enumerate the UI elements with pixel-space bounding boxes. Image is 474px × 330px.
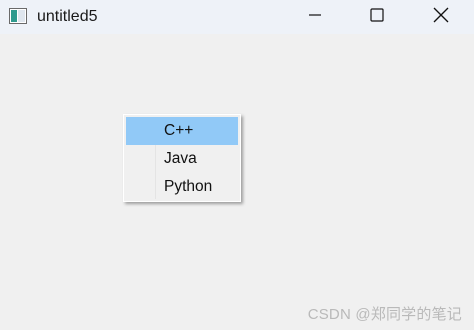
- menu-item-label: Java: [164, 150, 197, 167]
- window-title: untitled5: [37, 8, 98, 25]
- context-menu: C++ Java Python: [123, 114, 241, 202]
- maximize-button[interactable]: [354, 0, 400, 34]
- minimize-icon: [308, 8, 322, 27]
- menu-item-label: Python: [164, 178, 213, 195]
- menu-item-python[interactable]: Python: [126, 173, 238, 201]
- menu-item-cpp[interactable]: C++: [126, 117, 238, 145]
- app-icon: [9, 8, 27, 24]
- menu-item-label: C++: [164, 122, 194, 139]
- minimize-button[interactable]: [292, 0, 338, 34]
- watermark: CSDN @郑同学的笔记: [307, 306, 462, 323]
- maximize-icon: [370, 7, 384, 27]
- menu-item-java[interactable]: Java: [126, 145, 238, 173]
- app-window: untitled5 C++ Java Python CSDN @郑同学的笔记: [0, 0, 474, 330]
- title-bar[interactable]: untitled5: [0, 0, 474, 34]
- close-button[interactable]: [418, 0, 464, 34]
- close-icon: [433, 7, 449, 28]
